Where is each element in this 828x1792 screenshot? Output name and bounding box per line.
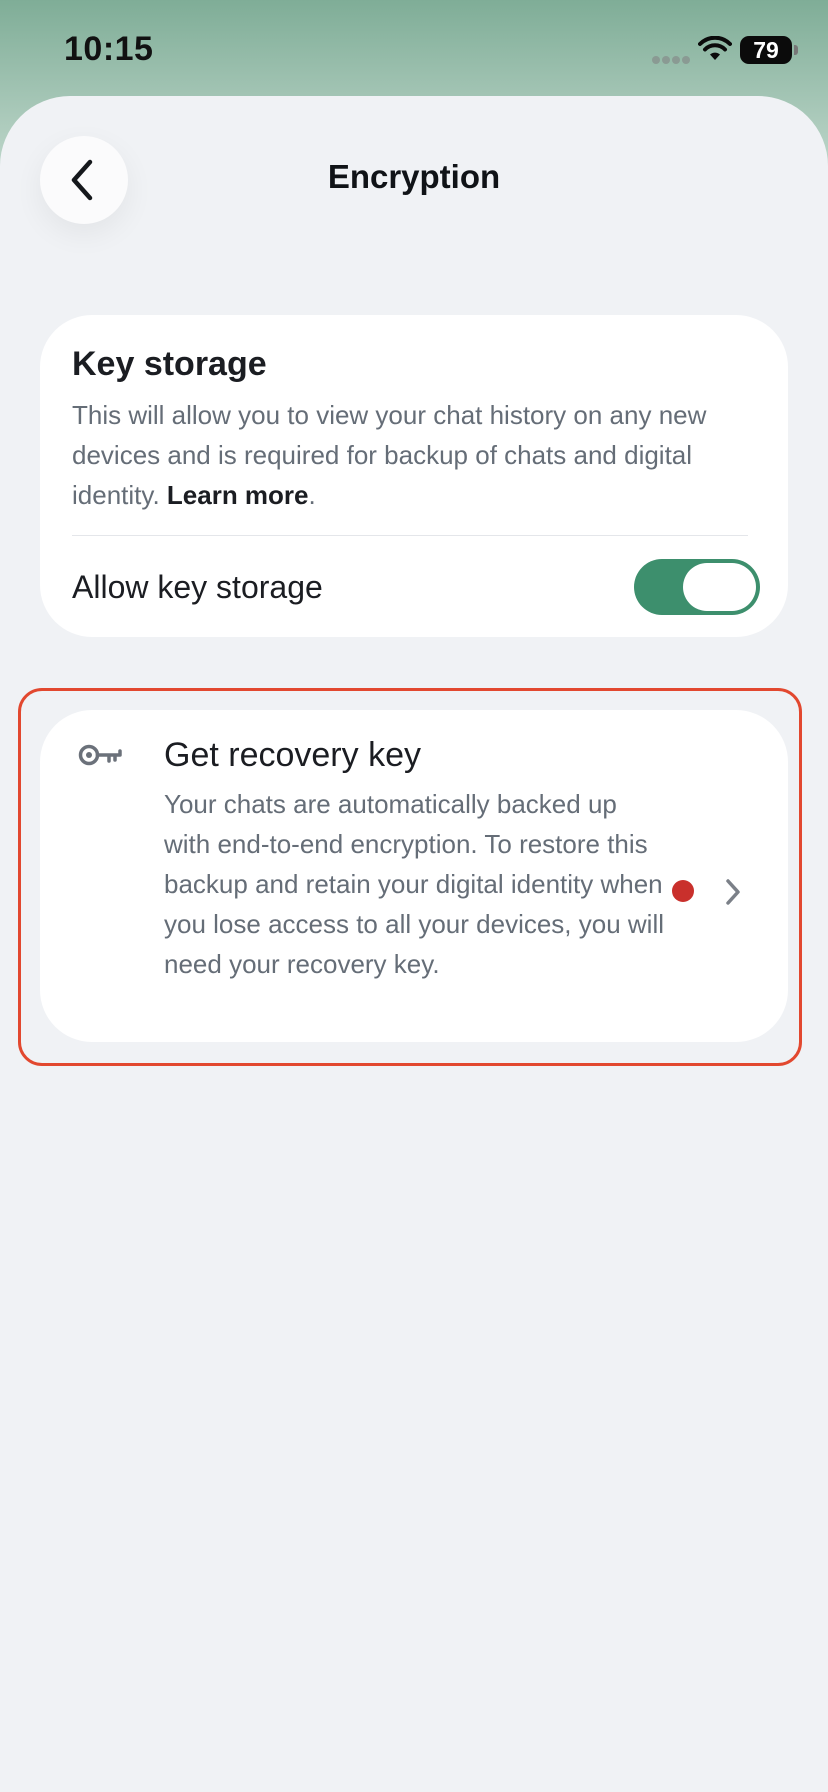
key-storage-card: Key storage This will allow you to view … xyxy=(40,315,788,637)
page-title: Encryption xyxy=(327,158,501,195)
divider xyxy=(72,535,748,536)
battery-icon: 79 xyxy=(740,36,792,64)
notification-dot xyxy=(672,880,694,902)
allow-key-storage-label: Allow key storage xyxy=(72,569,323,605)
recovery-key-title: Get recovery key xyxy=(164,736,421,774)
toggle-knob xyxy=(683,563,756,611)
chevron-right-icon xyxy=(724,878,742,911)
recovery-key-description: Your chats are automatically backed up w… xyxy=(164,789,665,979)
settings-sheet: Encryption Key storage This will allow y… xyxy=(0,96,828,1792)
status-bar: 10:15 79 xyxy=(0,0,828,96)
battery-tip xyxy=(794,45,798,55)
description-period: . xyxy=(308,480,316,510)
key-storage-description: This will allow you to view your chat hi… xyxy=(72,395,752,515)
signal-icon xyxy=(652,52,690,70)
get-recovery-key-row[interactable]: Get recovery key Your chats are automati… xyxy=(40,710,788,1042)
learn-more-link[interactable]: Learn more xyxy=(167,480,309,510)
allow-key-storage-toggle[interactable] xyxy=(634,559,760,615)
key-storage-title: Key storage xyxy=(72,345,267,383)
wifi-icon xyxy=(698,35,732,67)
status-time: 10:15 xyxy=(64,30,154,68)
key-icon xyxy=(78,742,124,773)
